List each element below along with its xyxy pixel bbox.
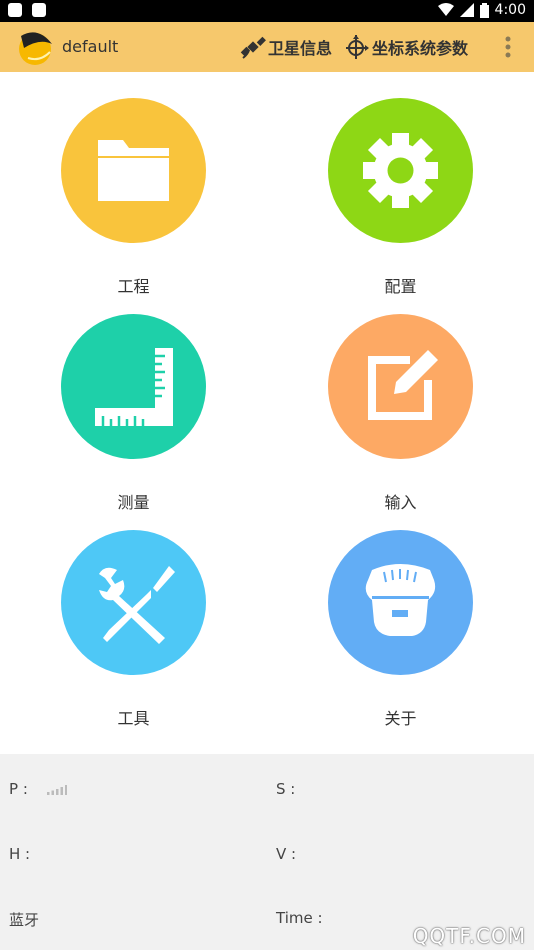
status-panel: P : S : H : V : 蓝牙 Time : xyxy=(0,754,534,950)
menu-label-tools: 工具 xyxy=(117,709,150,728)
survey-circle[interactable] xyxy=(61,314,206,459)
h-label: H : xyxy=(9,845,31,863)
signal-strength-icon xyxy=(46,784,67,795)
status-time: 4:00 xyxy=(494,2,526,18)
s-label: S : xyxy=(276,780,296,798)
tools-circle[interactable] xyxy=(61,530,206,675)
app-logo-icon[interactable] xyxy=(16,28,56,66)
folder-icon xyxy=(98,140,169,201)
satellite-info-label: 卫星信息 xyxy=(268,39,333,58)
project-circle[interactable] xyxy=(61,98,206,243)
menu-item-survey[interactable]: 测量 xyxy=(0,288,267,512)
menu-item-project[interactable]: 工程 xyxy=(0,72,267,296)
gear-icon xyxy=(363,133,438,208)
coord-system-button[interactable]: 坐标系统参数 xyxy=(346,34,468,60)
menu-item-config[interactable]: 配置 xyxy=(267,72,534,296)
bluetooth-label[interactable]: 蓝牙 xyxy=(9,909,39,930)
menu-item-about[interactable]: 关于 xyxy=(267,504,534,728)
time-label: Time : xyxy=(276,909,323,927)
cn-notification-icon xyxy=(8,3,22,17)
edit-icon xyxy=(368,350,438,420)
input-circle[interactable] xyxy=(328,314,473,459)
wifi-icon xyxy=(437,3,454,16)
a-notification-icon xyxy=(32,3,46,17)
main-menu-grid: 工程 配置 测量 输入 工具 关于 xyxy=(0,72,534,754)
status-bar: 4:00 xyxy=(0,0,534,22)
menu-label-about: 关于 xyxy=(384,709,417,728)
config-circle[interactable] xyxy=(328,98,473,243)
menu-item-input[interactable]: 输入 xyxy=(267,288,534,512)
coord-system-label: 坐标系统参数 xyxy=(372,39,469,58)
ruler-icon xyxy=(95,348,173,426)
about-circle[interactable] xyxy=(328,530,473,675)
menu-item-tools[interactable]: 工具 xyxy=(0,504,267,728)
project-name: default xyxy=(62,37,119,56)
overflow-menu-icon[interactable] xyxy=(504,36,512,58)
p-row: P : xyxy=(9,780,67,798)
p-label: P : xyxy=(9,780,28,798)
signal-icon xyxy=(459,3,474,17)
v-label: V : xyxy=(276,845,297,863)
satellite-info-button[interactable]: 卫星信息 xyxy=(240,34,332,60)
battery-icon xyxy=(479,2,489,18)
watermark: QQTF.COM xyxy=(412,924,526,948)
receiver-icon xyxy=(365,564,436,636)
coordinate-icon xyxy=(346,35,369,59)
tools-icon xyxy=(99,566,175,644)
satellite-icon xyxy=(240,36,266,59)
app-bar: default 卫星信息 坐标系统参数 xyxy=(0,22,534,72)
